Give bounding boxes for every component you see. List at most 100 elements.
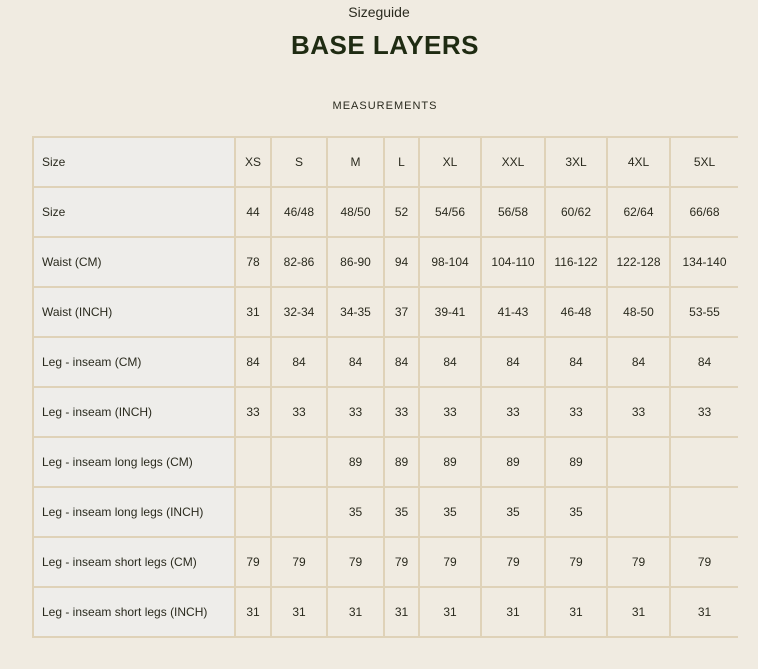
table-cell: 35 [383,486,420,538]
table-cell: 79 [326,536,385,588]
header-cell-size: 3XL [544,136,608,188]
table-cell: 84 [669,336,738,388]
table-cell: 31 [669,586,738,638]
table-row: Leg - inseam long legs (CM) 89 89 89 89 89 [32,436,738,488]
table-cell: 35 [326,486,385,538]
table-cell: 34-35 [326,286,385,338]
table-cell: 33 [606,386,671,438]
header-cell-size: 4XL [606,136,671,188]
table-cell: 31 [234,286,272,338]
table-cell: 37 [383,286,420,338]
table-cell: 31 [418,586,482,638]
header-cell-size: XXL [480,136,546,188]
table-cell: 84 [234,336,272,388]
table-cell: 33 [383,386,420,438]
table-cell: 33 [544,386,608,438]
table-cell: 53-55 [669,286,738,338]
table-cell: 33 [234,386,272,438]
table-row: Waist (CM) 78 82-86 86-90 94 98-104 104-110 116… [32,236,738,288]
table-cell: 52 [383,186,420,238]
table-cell [234,436,272,488]
table-cell [270,486,328,538]
table-row: Leg - inseam (CM) 84 84 84 84 84 84 84 84 84 [32,336,738,388]
table-cell: 35 [418,486,482,538]
row-label: Leg - inseam short legs (INCH) [32,586,236,638]
measurements-table-container[interactable]: Size XS S M L XL XXL 3XL 4XL 5XL Size 44 4… [32,136,738,646]
table-row: Leg - inseam short legs (INCH) 31 31 31 31 31… [32,586,738,638]
table-cell: 79 [480,536,546,588]
table-cell: 62/64 [606,186,671,238]
table-cell: 79 [418,536,482,588]
table-cell: 44 [234,186,272,238]
table-row: Waist (INCH) 31 32-34 34-35 37 39-41 41-43 46-4… [32,286,738,338]
table-cell: 31 [383,586,420,638]
table-cell: 31 [544,586,608,638]
table-cell: 84 [270,336,328,388]
row-label: Waist (INCH) [32,286,236,338]
table-cell [669,486,738,538]
table-row: Leg - inseam long legs (INCH) 35 35 35 35 35 [32,486,738,538]
table-cell: 79 [383,536,420,588]
size-guide-page: Sizeguide BASE LAYERS MEASUREMENTS Size … [0,0,758,669]
table-cell: 33 [480,386,546,438]
table-cell: 84 [383,336,420,388]
table-cell: 31 [480,586,546,638]
table-cell: 116-122 [544,236,608,288]
row-label: Leg - inseam long legs (INCH) [32,486,236,538]
table-cell: 39-41 [418,286,482,338]
table-cell: 79 [234,536,272,588]
table-cell: 32-34 [270,286,328,338]
table-cell: 89 [480,436,546,488]
header-cell-label: Size [32,136,236,188]
table-cell: 31 [234,586,272,638]
table-cell: 78 [234,236,272,288]
table-cell: 48/50 [326,186,385,238]
table-cell: 84 [544,336,608,388]
table-cell: 89 [326,436,385,488]
table-cell: 31 [270,586,328,638]
table-cell: 79 [270,536,328,588]
measurements-table: Size XS S M L XL XXL 3XL 4XL 5XL Size 44 4… [32,136,738,638]
row-label: Leg - inseam short legs (CM) [32,536,236,588]
table-cell [234,486,272,538]
table-cell: 46-48 [544,286,608,338]
page-title: BASE LAYERS [290,30,480,60]
table-cell: 134-140 [669,236,738,288]
table-cell: 35 [544,486,608,538]
table-cell: 48-50 [606,286,671,338]
table-cell: 33 [326,386,385,438]
row-label: Size [32,186,236,238]
header-cell-size: XS [234,136,272,188]
table-cell: 66/68 [669,186,738,238]
table-cell: 33 [418,386,482,438]
header-cell-size: S [270,136,328,188]
table-cell: 79 [669,536,738,588]
table-cell: 84 [480,336,546,388]
page-supertitle: Sizeguide [348,4,410,20]
table-cell: 98-104 [418,236,482,288]
table-cell: 84 [606,336,671,388]
table-row: Leg - inseam short legs (CM) 79 79 79 79 79 79… [32,536,738,588]
table-cell: 79 [544,536,608,588]
table-header-row: Size XS S M L XL XXL 3XL 4XL 5XL [32,136,738,188]
row-label: Leg - inseam (CM) [32,336,236,388]
header-cell-size: L [383,136,420,188]
row-label: Waist (CM) [32,236,236,288]
table-cell: 54/56 [418,186,482,238]
section-label: MEASUREMENTS [332,100,438,112]
table-cell: 104-110 [480,236,546,288]
table-cell: 86-90 [326,236,385,288]
table-cell: 89 [383,436,420,488]
header-cell-size: 5XL [669,136,738,188]
table-cell: 31 [326,586,385,638]
table-cell: 94 [383,236,420,288]
table-cell: 82-86 [270,236,328,288]
table-cell: 84 [418,336,482,388]
table-cell: 46/48 [270,186,328,238]
table-cell: 89 [418,436,482,488]
table-row: Leg - inseam (INCH) 33 33 33 33 33 33 33 33 33 [32,386,738,438]
table-cell: 41-43 [480,286,546,338]
header-cell-size: XL [418,136,482,188]
table-cell: 35 [480,486,546,538]
table-cell [606,436,671,488]
